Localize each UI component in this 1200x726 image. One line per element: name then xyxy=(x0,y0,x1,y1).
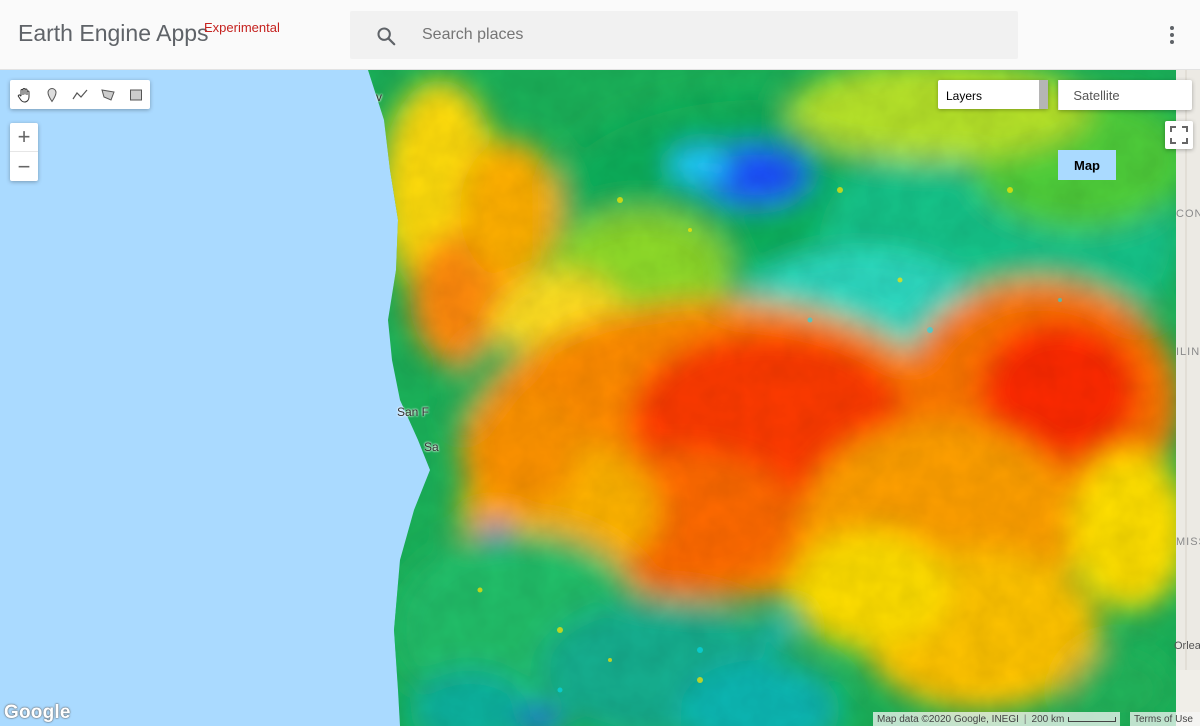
search-icon[interactable] xyxy=(375,25,397,47)
marker-icon[interactable] xyxy=(38,80,66,109)
edge-label: Orlean xyxy=(1174,640,1200,652)
experimental-badge: Experimental xyxy=(204,20,280,35)
scale-label[interactable]: 200 km xyxy=(1032,714,1065,725)
search-input[interactable] xyxy=(422,11,1002,59)
zoom-out-button[interactable]: − xyxy=(10,152,38,181)
scale-bar xyxy=(1068,716,1117,722)
line-icon[interactable] xyxy=(66,80,94,109)
map-attribution: Map data ©2020 Google, INEGI | 200 km xyxy=(873,712,1121,726)
map-type-satellite-button[interactable]: Satellite xyxy=(1058,80,1134,110)
app-title: Earth Engine Apps xyxy=(18,20,209,46)
place-label: San F xyxy=(397,405,430,419)
more-options-icon[interactable] xyxy=(1162,22,1182,48)
zoom-in-button[interactable]: + xyxy=(10,123,38,152)
data-overlay xyxy=(368,70,1200,726)
app-header: Earth Engine Apps Experimental xyxy=(0,0,1200,70)
layers-scrollbar[interactable] xyxy=(1039,80,1048,109)
place-label: Sa xyxy=(424,440,439,454)
terms-of-use-link[interactable]: Terms of Use xyxy=(1130,712,1200,726)
zoom-control: + − xyxy=(10,123,38,181)
map-type-control: Map Satellite xyxy=(1058,80,1192,180)
drawing-toolbar xyxy=(10,80,150,109)
map-canvas[interactable]: v San F Sa CON ILINO MISS Orlean + − Lay… xyxy=(0,70,1200,726)
edge-label: CON xyxy=(1176,208,1200,220)
search-box[interactable] xyxy=(350,11,1018,59)
attribution-separator: | xyxy=(1023,713,1027,725)
layers-label: Layers xyxy=(946,89,983,103)
attribution-text: Map data ©2020 Google, INEGI xyxy=(877,713,1019,725)
rectangle-icon[interactable] xyxy=(122,80,150,109)
place-label: v xyxy=(376,90,382,104)
map-type-map-button[interactable]: Map xyxy=(1058,150,1116,180)
fullscreen-icon[interactable] xyxy=(1165,121,1193,149)
hand-icon[interactable] xyxy=(10,80,38,109)
edge-label: MISS xyxy=(1176,536,1200,548)
polygon-icon[interactable] xyxy=(94,80,122,109)
edge-label: ILINO xyxy=(1176,346,1200,358)
google-logo: Google xyxy=(4,702,71,723)
layers-dropdown[interactable]: Layers xyxy=(938,80,1048,109)
